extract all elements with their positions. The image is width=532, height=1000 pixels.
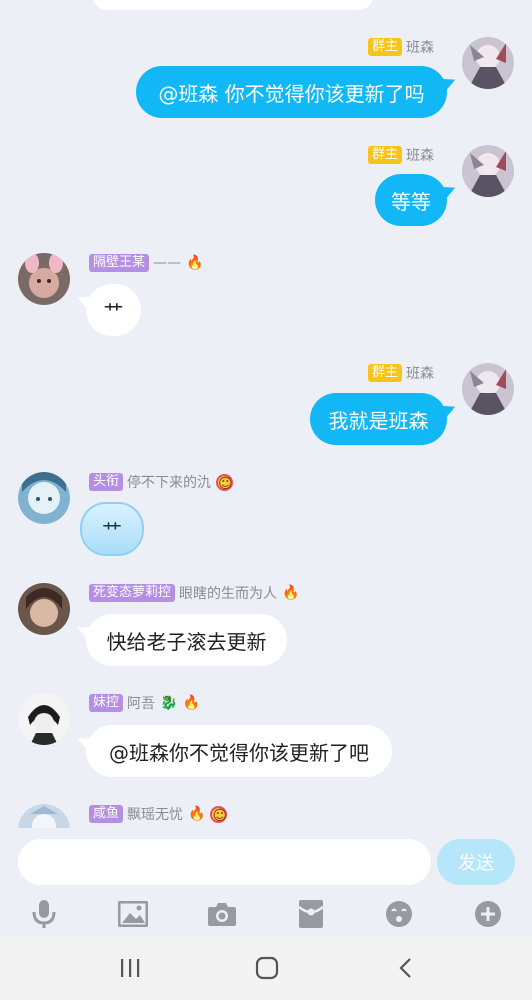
role-badge: 群主	[368, 146, 403, 164]
avatar[interactable]	[18, 472, 70, 524]
avatar[interactable]	[18, 804, 70, 828]
message-list[interactable]: 群主 班森 @班森 你不觉得你该更新了吗 群主 班森 等等 隔壁王某 —— 🔥	[0, 0, 532, 828]
sender-meta: 头衔 停不下来的氿 ☺	[89, 472, 234, 492]
avatar[interactable]	[462, 145, 514, 197]
fire-icon: 🔥	[282, 585, 300, 601]
title-badge: 死变态萝莉控	[89, 584, 176, 602]
sender-name: 眼瞎的生而为人	[179, 586, 278, 602]
sender-name: 班森	[406, 148, 435, 164]
back-icon[interactable]	[386, 952, 426, 984]
message-bubble[interactable]: 艹	[80, 502, 144, 556]
sender-meta: 隔壁王某 —— 🔥	[89, 253, 203, 273]
sender-name: 班森	[406, 40, 435, 56]
microphone-icon[interactable]	[26, 896, 62, 932]
sender-meta: 群主 班森	[368, 363, 434, 383]
recent-apps-icon[interactable]	[110, 952, 150, 984]
composer-toolbar	[0, 896, 532, 932]
title-badge: 隔壁王某	[89, 254, 150, 272]
sender-name: ——	[153, 255, 182, 271]
message-text: @班森你不觉得你该更新了吧	[109, 740, 369, 765]
sender-meta: 死变态萝莉控 眼瞎的生而为人 🔥	[89, 583, 299, 603]
title-badge: 头衔	[89, 473, 124, 491]
dragon-icon: 🐉	[160, 695, 178, 711]
fire-icon: 🔥	[182, 695, 200, 711]
sender-meta: 群主 班森	[368, 37, 434, 57]
plus-icon[interactable]	[470, 896, 506, 932]
message-text: 艹	[102, 518, 122, 543]
avatar[interactable]	[18, 693, 70, 745]
avatar[interactable]	[18, 583, 70, 635]
red-packet-icon[interactable]	[293, 896, 329, 932]
message-bubble[interactable]: 快给老子滚去更新	[86, 614, 287, 666]
message-bubble[interactable]: 艹	[86, 284, 141, 336]
sender-name: 飘瑶无忧	[127, 807, 184, 823]
message-text: 等等	[391, 189, 431, 214]
send-button[interactable]: 发送	[437, 839, 515, 885]
image-icon[interactable]	[115, 896, 151, 932]
sender-name: 停不下来的氿	[127, 475, 212, 491]
send-button-label: 发送	[458, 853, 494, 874]
avatar[interactable]	[462, 363, 514, 415]
camera-icon[interactable]	[204, 896, 240, 932]
title-badge: 咸鱼	[89, 805, 124, 823]
sender-name: 班森	[406, 366, 435, 382]
chat-screen: 群主 班森 @班森 你不觉得你该更新了吗 群主 班森 等等 隔壁王某 —— 🔥	[0, 0, 532, 1000]
avatar[interactable]	[18, 253, 70, 305]
role-badge: 群主	[368, 38, 403, 56]
sender-meta: 群主 班森	[368, 145, 434, 165]
message-input[interactable]	[18, 839, 431, 885]
message-bubble[interactable]: @班森 你不觉得你该更新了吗	[136, 66, 447, 118]
message-bubble[interactable]: 我就是班森	[310, 393, 447, 445]
title-badge: 妹控	[89, 694, 124, 712]
smile-badge-icon: ☺	[210, 805, 228, 824]
avatar[interactable]	[462, 37, 514, 89]
message-bubble[interactable]: 等等	[375, 174, 447, 226]
system-nav-bar	[0, 936, 532, 1000]
sender-meta: 咸鱼 飘瑶无忧 🔥 ☺	[89, 804, 228, 824]
sender-meta: 妹控 阿吾 🐉 🔥	[89, 693, 200, 713]
fire-icon: 🔥	[186, 255, 204, 271]
emoji-icon[interactable]	[381, 896, 417, 932]
message-text: 我就是班森	[328, 408, 429, 433]
previous-message-bubble	[92, 0, 374, 10]
smile-badge-icon: ☺	[216, 473, 234, 492]
role-badge: 群主	[368, 364, 403, 382]
message-text: @班森 你不觉得你该更新了吗	[158, 81, 425, 106]
message-bubble[interactable]: @班森你不觉得你该更新了吧	[86, 725, 392, 777]
home-icon[interactable]	[247, 952, 287, 984]
message-text: 艹	[103, 299, 124, 324]
message-text: 快给老子滚去更新	[106, 629, 267, 654]
fire-icon: 🔥	[188, 806, 206, 822]
composer: 发送	[0, 828, 532, 896]
sender-name: 阿吾	[127, 696, 156, 712]
